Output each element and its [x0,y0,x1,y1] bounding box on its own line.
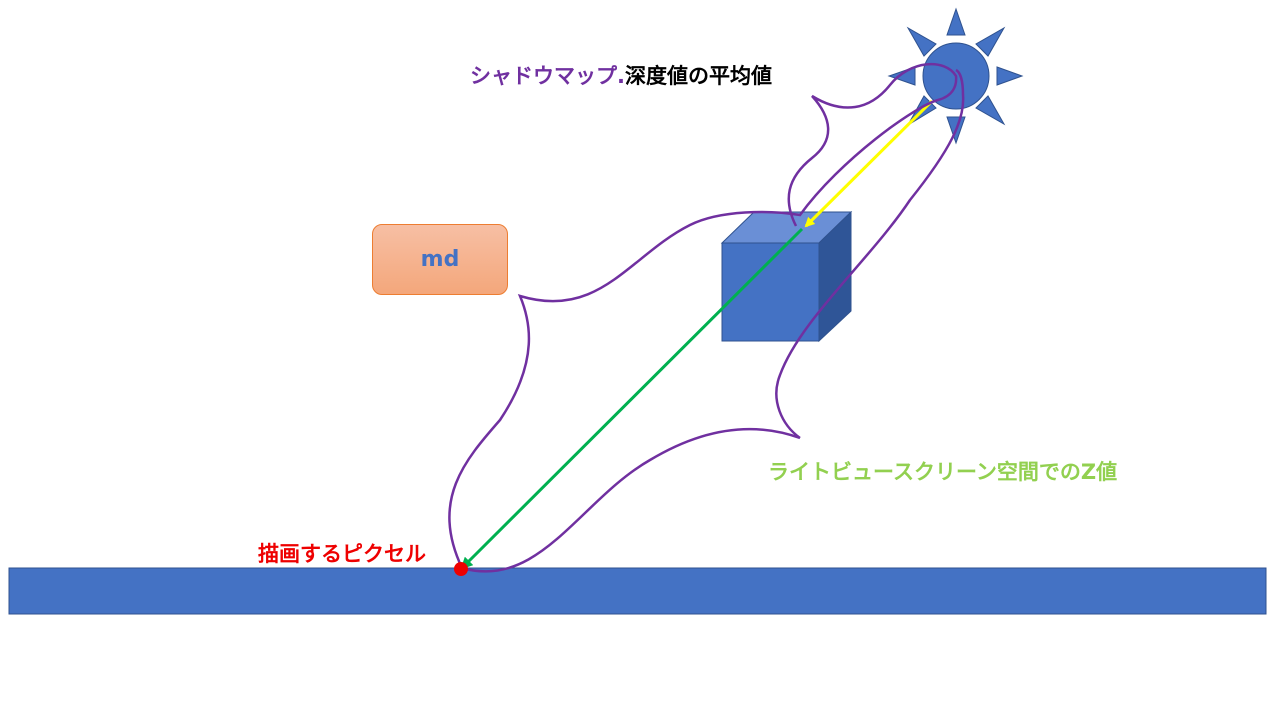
shadow-map-brace [448,62,958,569]
cube-shape [720,210,853,343]
ground-plane [8,567,1267,615]
diagram-svg [8,7,1267,615]
shadow-map-label-prefix: シャドウマップ. [470,64,625,88]
shadow-map-label-suffix: 深度値の平均値 [624,64,772,88]
md-box: md [372,224,508,295]
light-view-z-label: ライトビュースクリーン空間でのZ値 [768,460,1118,484]
light-ray-arrow [804,99,934,228]
shadow-map-label: シャドウマップ.深度値の平均値 [470,66,772,87]
pixel-label: 描画するピクセル [258,542,426,566]
md-label: md [420,247,460,272]
pixel-dot [454,562,468,576]
diagram-canvas: シャドウマップ.深度値の平均値 ライトビュースクリーン空間でのZ値 描画するピク… [0,0,1280,720]
